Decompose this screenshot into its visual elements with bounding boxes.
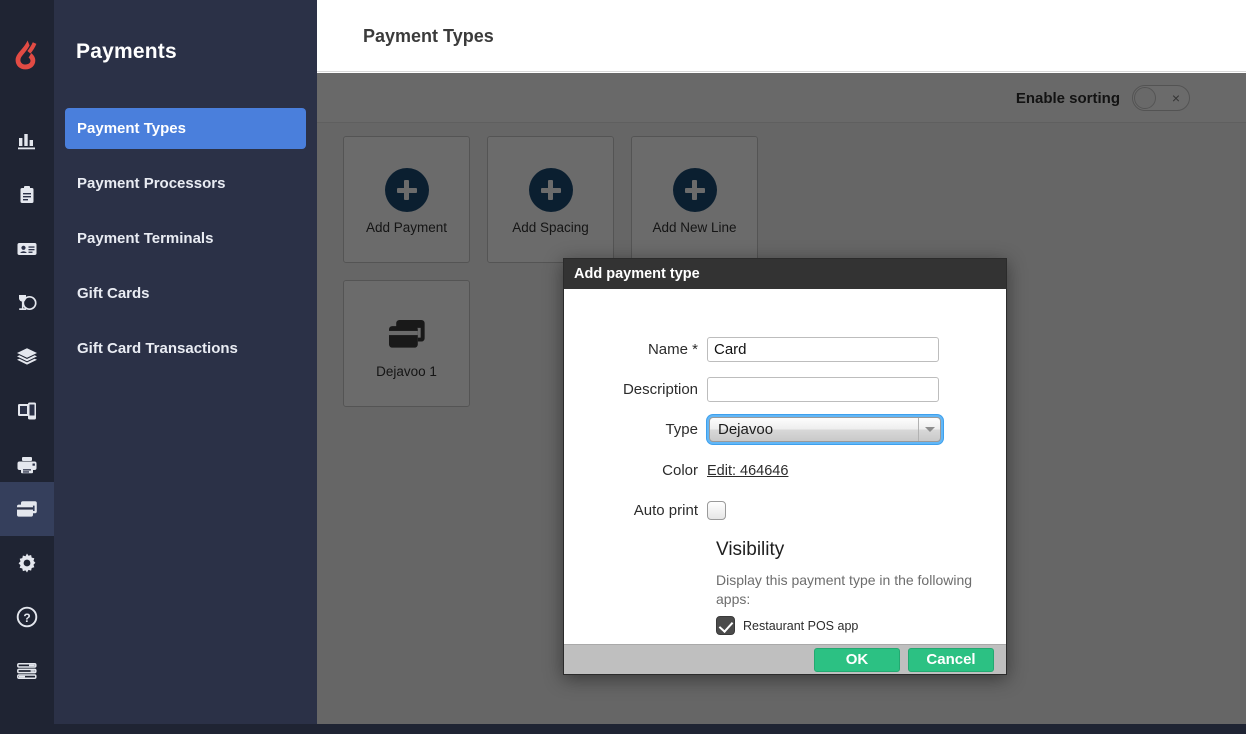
visibility-app-row: Restaurant POS app: [716, 616, 858, 635]
layers-icon: [16, 347, 38, 367]
lightspeed-flame-logo[interactable]: [0, 32, 54, 78]
type-select-value: Dejavoo: [718, 421, 774, 438]
devices-icon: [16, 401, 38, 421]
sidebar-item-payment-processors[interactable]: Payment Processors: [65, 163, 306, 204]
help-circle-icon: ?: [16, 606, 38, 628]
rail-item-payment-cards[interactable]: [0, 482, 54, 536]
payment-cards-icon: [15, 499, 39, 519]
name-label: Name *: [647, 341, 698, 358]
sidebar-item-payment-terminals[interactable]: Payment Terminals: [65, 218, 306, 259]
sidebar-item-gift-card-transactions[interactable]: Gift Card Transactions: [65, 328, 306, 369]
rail-item-help[interactable]: ?: [0, 590, 54, 644]
field-row-color: Color Edit: 464646: [564, 462, 788, 479]
sidebar-item-label: Gift Card Transactions: [77, 340, 238, 357]
chevron-down-icon: [918, 418, 940, 441]
rail-item-wine-glass[interactable]: [0, 276, 54, 330]
auto-print-label: Auto print: [633, 502, 698, 519]
visibility-heading: Visibility: [716, 539, 785, 560]
bar-chart-icon: [17, 131, 37, 151]
sidebar-item-payment-types[interactable]: Payment Types: [65, 108, 306, 149]
sidebar-title: Payments: [76, 40, 177, 63]
description-input[interactable]: [707, 377, 939, 402]
auto-print-checkbox[interactable]: [707, 501, 726, 520]
rail-item-sliders[interactable]: [0, 644, 54, 698]
field-row-description: Description: [564, 377, 939, 402]
rail-item-id-card[interactable]: [0, 222, 54, 276]
page-title: Payment Types: [363, 26, 494, 46]
field-row-name: Name *: [564, 337, 939, 362]
sliders-icon: [16, 662, 38, 680]
field-row-type: Type Dejavoo: [564, 415, 943, 444]
name-input[interactable]: [707, 337, 939, 362]
printer-icon: [16, 455, 38, 475]
add-payment-type-dialog: Add payment type Name * Description Type…: [563, 258, 1007, 675]
wine-glass-icon: [16, 293, 38, 313]
sidebar-item-label: Payment Processors: [77, 175, 226, 192]
sidebar-item-gift-cards[interactable]: Gift Cards: [65, 273, 306, 314]
dialog-body: Name * Description Type Dejavoo Color Ed: [564, 289, 1006, 644]
page-header: Payment Types: [317, 0, 1246, 72]
description-label: Description: [622, 381, 698, 398]
type-label: Type: [665, 421, 698, 438]
color-label: Color: [662, 462, 698, 479]
icon-rail: ?: [0, 0, 54, 724]
rail-item-settings[interactable]: [0, 536, 54, 590]
color-edit-link[interactable]: Edit: 464646: [707, 463, 788, 479]
sidebar-nav: Payments Payment Types Payment Processor…: [54, 0, 317, 724]
dialog-footer: OK Cancel: [564, 644, 1006, 674]
restaurant-pos-app-checkbox[interactable]: [716, 616, 735, 635]
sidebar-item-list: Payment Types Payment Processors Payment…: [65, 108, 306, 383]
clipboard-icon: [17, 185, 37, 205]
rail-item-clipboard[interactable]: [0, 168, 54, 222]
rail-item-devices[interactable]: [0, 384, 54, 438]
app-root: ? Payments Payment Types Payment Process…: [0, 0, 1246, 734]
bottom-strip: [0, 724, 1246, 734]
id-card-icon: [16, 239, 38, 259]
type-select[interactable]: Dejavoo: [709, 417, 941, 442]
rail-item-layers[interactable]: [0, 330, 54, 384]
type-select-focus-ring: Dejavoo: [707, 415, 943, 444]
restaurant-pos-app-label: Restaurant POS app: [743, 618, 859, 633]
field-row-auto-print: Auto print: [564, 501, 726, 520]
visibility-description: Display this payment type in the followi…: [716, 572, 973, 607]
sidebar-item-label: Gift Cards: [77, 285, 150, 302]
sidebar-item-label: Payment Types: [77, 120, 186, 137]
dialog-title: Add payment type: [564, 259, 1006, 289]
svg-text:?: ?: [23, 611, 30, 625]
gear-icon: [16, 552, 38, 574]
rail-item-bar-chart[interactable]: [0, 114, 54, 168]
sidebar-item-label: Payment Terminals: [77, 230, 214, 247]
ok-button[interactable]: OK: [814, 647, 900, 672]
cancel-button[interactable]: Cancel: [908, 647, 994, 672]
